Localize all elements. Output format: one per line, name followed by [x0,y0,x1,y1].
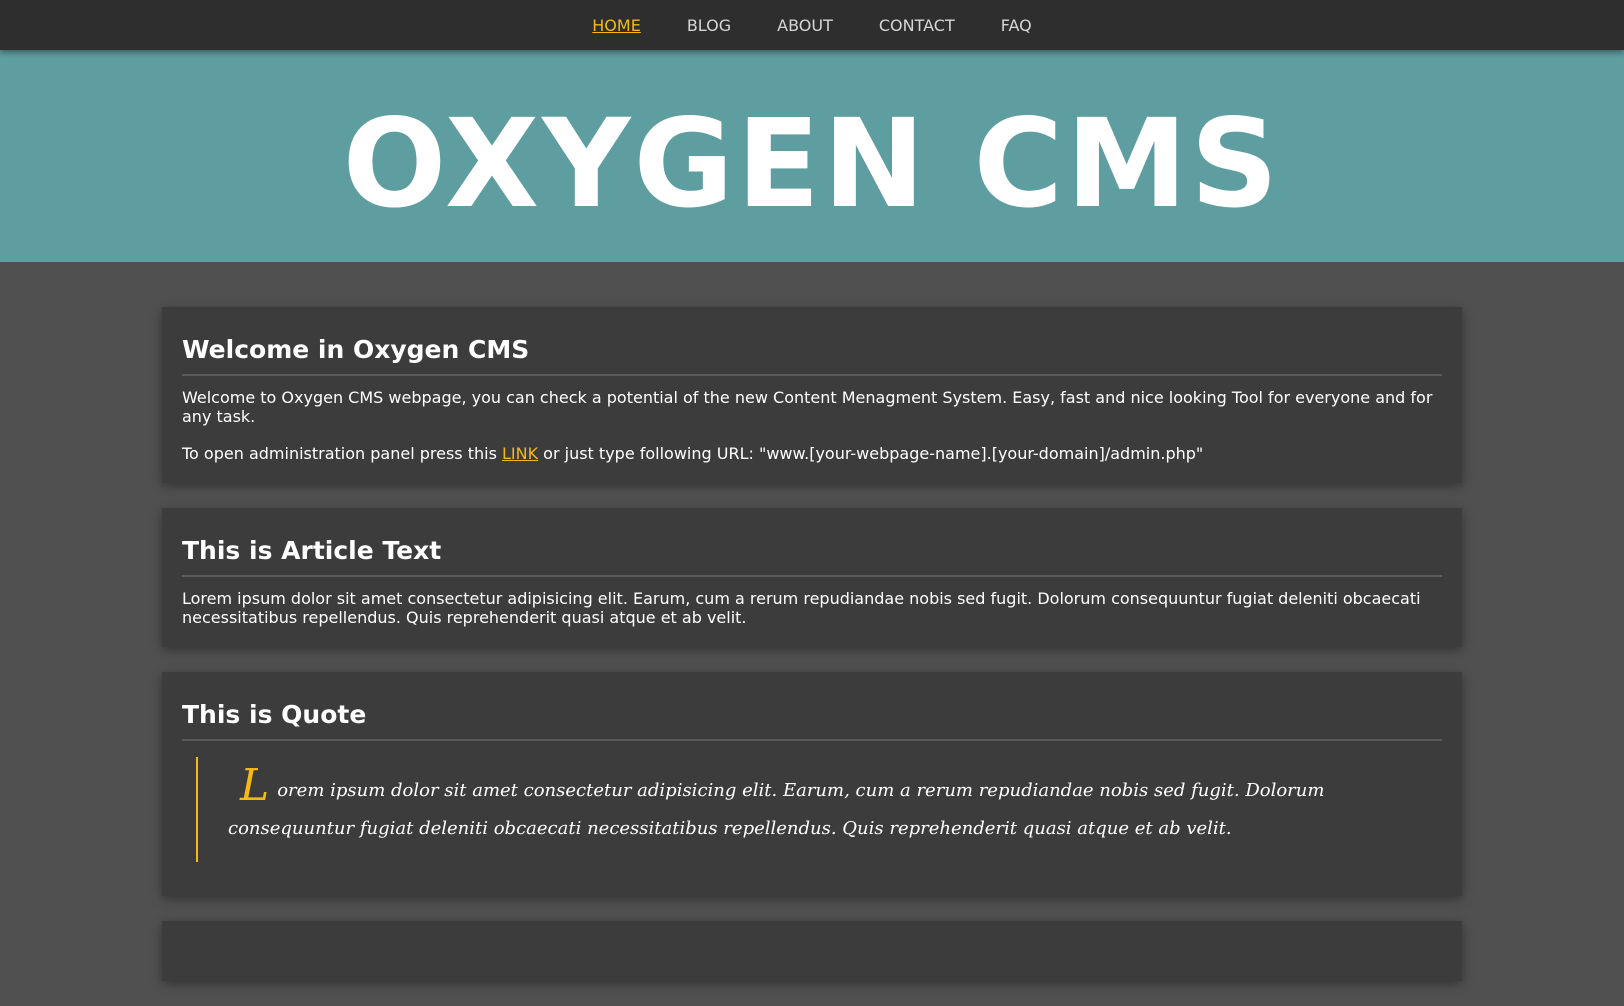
hero-banner: OXYGEN CMS [0,50,1624,262]
article-card: This is Article Text Lorem ipsum dolor s… [162,508,1462,647]
quote-card: This is Quote Lorem ipsum dolor sit amet… [162,672,1462,896]
admin-prefix-text: To open administration panel press this [182,444,502,463]
quote-heading: This is Quote [182,700,1442,741]
welcome-paragraph: Welcome to Oxygen CMS webpage, you can c… [182,388,1433,426]
nav-item-blog: BLOG [687,16,731,35]
top-navigation: HOME BLOG ABOUT CONTACT FAQ [0,0,1624,50]
welcome-card: Welcome in Oxygen CMS Welcome to Oxygen … [162,307,1462,483]
admin-suffix-text: or just type following URL: "www.[your-w… [538,444,1204,463]
blockquote: Lorem ipsum dolor sit amet consectetur a… [196,757,1442,862]
admin-instructions: To open administration panel press this … [182,444,1442,463]
main-content: Welcome in Oxygen CMS Welcome to Oxygen … [162,307,1462,1006]
article-paragraph: Lorem ipsum dolor sit amet consectetur a… [182,589,1421,627]
welcome-heading: Welcome in Oxygen CMS [182,335,1442,376]
quote-dropcap: L [240,760,270,811]
article-heading: This is Article Text [182,536,1442,577]
nav-link-contact[interactable]: CONTACT [879,16,955,35]
nav-item-contact: CONTACT [879,16,955,35]
nav-item-home: HOME [592,16,641,35]
nav-link-about[interactable]: ABOUT [777,16,833,35]
nav-item-about: ABOUT [777,16,833,35]
nav-link-faq[interactable]: FAQ [1001,16,1032,35]
quote-text: orem ipsum dolor sit amet consectetur ad… [228,780,1325,839]
admin-panel-link[interactable]: LINK [502,444,538,463]
nav-item-faq: FAQ [1001,16,1032,35]
nav-link-home[interactable]: HOME [592,16,641,35]
nav-menu: HOME BLOG ABOUT CONTACT FAQ [0,0,1624,50]
next-card [162,921,1462,981]
site-title: OXYGEN CMS [342,93,1282,235]
nav-link-blog[interactable]: BLOG [687,16,731,35]
